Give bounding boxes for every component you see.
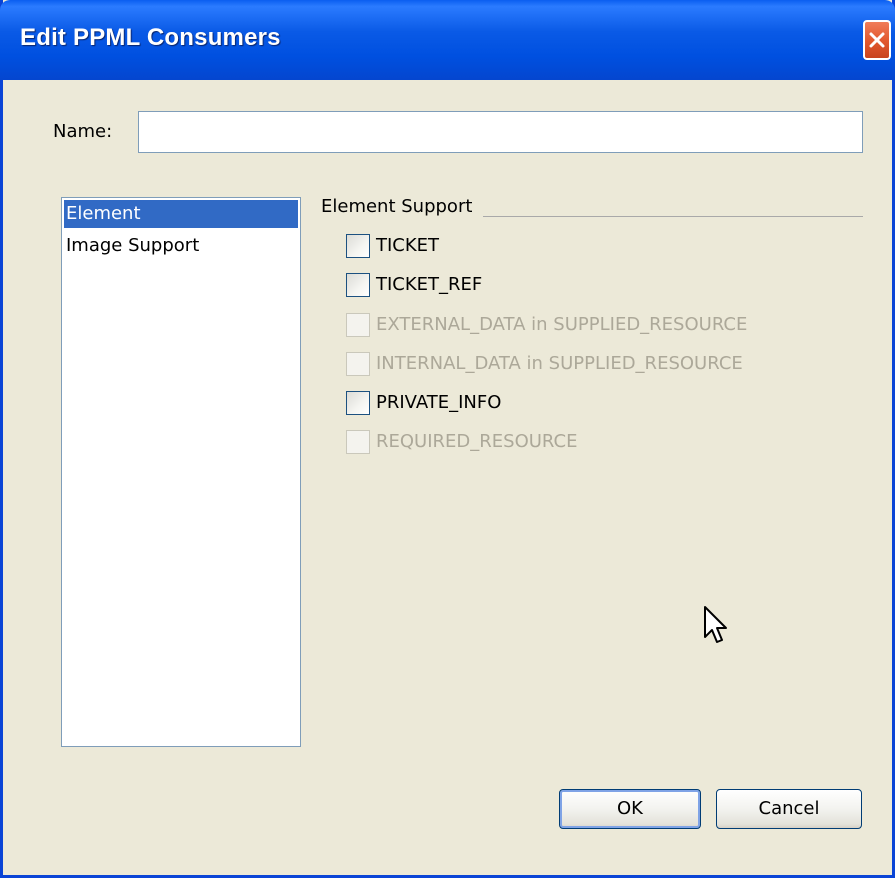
dialog-window: Edit PPML Consumers Name: Element Image … — [0, 0, 895, 878]
cancel-button[interactable]: Cancel — [716, 789, 862, 829]
category-list[interactable]: Element Image Support — [61, 197, 301, 747]
ticket-ref-label: TICKET_REF — [376, 274, 483, 295]
title-bar[interactable]: Edit PPML Consumers — [0, 0, 895, 80]
required-resource-label: REQUIRED_RESOURCE — [376, 431, 578, 452]
list-item-element[interactable]: Element — [64, 200, 298, 228]
ticket-label: TICKET — [376, 235, 440, 256]
internal-data-checkbox — [346, 352, 370, 376]
ticket-checkbox[interactable] — [346, 234, 370, 258]
close-button[interactable] — [863, 20, 891, 60]
external-data-label: EXTERNAL_DATA in SUPPLIED_RESOURCE — [376, 314, 748, 335]
required-resource-checkbox — [346, 430, 370, 454]
close-icon — [869, 32, 885, 48]
element-support-title: Element Support — [321, 196, 479, 217]
name-label: Name: — [53, 121, 113, 142]
group-divider — [483, 216, 863, 217]
ok-button[interactable]: OK — [559, 789, 701, 829]
ticket-ref-checkbox[interactable] — [346, 273, 370, 297]
private-info-checkbox[interactable] — [346, 391, 370, 415]
list-item-image-support[interactable]: Image Support — [64, 232, 298, 260]
internal-data-label: INTERNAL_DATA in SUPPLIED_RESOURCE — [376, 353, 743, 374]
name-input[interactable] — [138, 111, 863, 153]
mouse-pointer-icon — [704, 606, 727, 643]
external-data-checkbox — [346, 313, 370, 337]
private-info-label: PRIVATE_INFO — [376, 392, 502, 413]
dialog-title: Edit PPML Consumers — [20, 24, 281, 51]
